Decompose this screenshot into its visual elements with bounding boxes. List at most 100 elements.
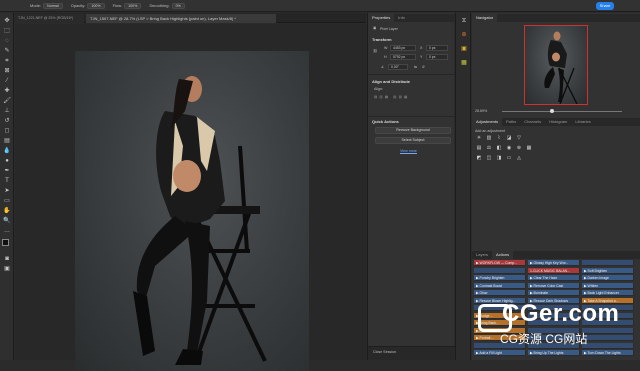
brush-tool-icon[interactable]: 🖌 (3, 97, 11, 105)
zoom-percent-label[interactable]: 28.69% (475, 109, 487, 113)
zoom-tool-icon[interactable]: 🔍 (3, 217, 11, 225)
vibrance-icon[interactable]: ▽ (515, 135, 523, 141)
plugin-panel-icon[interactable]: ⊛ (460, 31, 468, 39)
eraser-tool-icon[interactable]: ◻ (3, 127, 11, 135)
brightness-icon[interactable]: ☀ (475, 135, 483, 141)
tab-paths[interactable]: Paths (502, 118, 520, 126)
dodge-tool-icon[interactable]: ● (3, 157, 11, 165)
opacity-field[interactable]: 100% (87, 2, 105, 9)
quick-select-tool-icon[interactable]: ✎ (3, 47, 11, 55)
black-white-icon[interactable]: ◧ (495, 145, 503, 151)
width-field[interactable]: 4453 px (390, 45, 416, 51)
flip-vertical-icon[interactable]: ⇵ (422, 65, 425, 69)
plugin-panel-icon-2[interactable]: ▣ (460, 45, 468, 53)
healing-tool-icon[interactable]: ✚ (3, 87, 11, 95)
color-balance-icon[interactable]: ⚖ (485, 145, 493, 151)
action-button[interactable]: ▶ Glossy High Key Wor... (528, 260, 580, 266)
mode-dropdown[interactable]: Normal (43, 2, 63, 9)
curves-icon[interactable]: ⌇ (495, 135, 503, 141)
gradient-tool-icon[interactable]: ▤ (3, 137, 11, 145)
tab-layers[interactable]: Layers (472, 251, 492, 259)
action-button[interactable] (582, 260, 634, 266)
pen-tool-icon[interactable]: ✒ (3, 167, 11, 175)
quick-actions-title[interactable]: Quick Actions (372, 119, 399, 124)
action-button[interactable]: 1-CLICK MAGIC BALAN... (528, 267, 580, 274)
color-lookup-icon[interactable]: ▦ (525, 145, 533, 151)
shape-tool-icon[interactable]: ▭ (3, 197, 11, 205)
flip-horizontal-icon[interactable]: ⇋ (414, 65, 417, 69)
action-button[interactable]: ▶ Whiten (582, 282, 634, 289)
eyedropper-tool-icon[interactable]: ⁄ (3, 77, 11, 85)
action-button[interactable]: ▶ Punchy Brighten (474, 275, 526, 281)
view-more-link[interactable]: View more (400, 149, 417, 153)
document-canvas-image[interactable] (75, 51, 309, 371)
transform-section-title[interactable]: Transform (372, 37, 392, 42)
document-tab-active[interactable]: TJN_1507.NEF @ 28.7% (LSP > Bring Back H… (86, 14, 276, 23)
document-tab-prev[interactable]: TJN_1221.NEF @ 25% (RGB/16*) (14, 14, 84, 23)
move-tool-icon[interactable]: ✥ (3, 17, 11, 25)
align-buttons-row[interactable]: ▤▥▦ ▧▨▩ (374, 95, 409, 99)
tab-channels[interactable]: Channels (520, 118, 545, 126)
crop-tool-icon[interactable]: ⌗ (3, 57, 11, 65)
flow-control[interactable]: Flow: 100% (113, 2, 142, 9)
x-field[interactable]: 0 px (426, 45, 448, 51)
tab-properties[interactable]: Properties (368, 14, 395, 22)
align-section-title[interactable]: Align and Distribute (372, 79, 410, 84)
link-icon[interactable]: ⛓ (373, 49, 378, 53)
foreground-color-swatch[interactable] (2, 239, 9, 246)
tab-adjustments[interactable]: Adjustments (472, 118, 503, 126)
tab-info[interactable]: Info (394, 14, 409, 22)
tab-actions[interactable]: Actions (492, 251, 514, 259)
close-session-label[interactable]: Close Session (373, 350, 396, 354)
select-subject-button[interactable]: Select Subject (375, 137, 451, 144)
flow-field[interactable]: 100% (124, 2, 142, 9)
frame-tool-icon[interactable]: ⊠ (3, 67, 11, 75)
action-button[interactable]: ▶ Clear The Haze (528, 275, 580, 281)
action-button[interactable]: ▶ Darken Image (582, 275, 634, 281)
gradient-map-icon[interactable]: ▭ (505, 155, 513, 161)
action-button[interactable]: ▶ Contrast Boost (474, 282, 526, 289)
hue-saturation-icon[interactable]: ▤ (475, 145, 483, 151)
history-panel-icon[interactable]: ⧖ (460, 17, 468, 25)
tab-libraries[interactable]: Libraries (571, 118, 594, 126)
action-button[interactable]: ▶ WORKFLOW — Comp... (474, 260, 526, 266)
type-tool-icon[interactable]: T (3, 177, 11, 185)
path-select-tool-icon[interactable]: ➤ (3, 187, 11, 195)
share-button[interactable]: Share (596, 2, 614, 10)
smoothing-field[interactable]: 0% (171, 2, 185, 9)
levels-icon[interactable]: ▥ (485, 135, 493, 141)
mode-control[interactable]: Mode: Normal (30, 2, 63, 9)
quick-mask-icon[interactable]: ◙ (3, 255, 11, 263)
zoom-slider-handle[interactable] (550, 109, 554, 113)
tab-histogram[interactable]: Histogram (545, 118, 571, 126)
opacity-control[interactable]: Opacity: 100% (71, 2, 105, 9)
exposure-icon[interactable]: ◪ (505, 135, 513, 141)
navigator-thumbnail[interactable] (524, 25, 588, 105)
photo-filter-icon[interactable]: ◉ (505, 145, 513, 151)
stamp-tool-icon[interactable]: ⊥ (3, 107, 11, 115)
action-button[interactable]: ▶ Remove Color Cast (528, 282, 580, 289)
invert-icon[interactable]: ◩ (475, 155, 483, 161)
hand-tool-icon[interactable]: ✋ (3, 207, 11, 215)
remove-background-button[interactable]: Remove Background (375, 127, 451, 134)
blur-tool-icon[interactable]: 💧 (3, 147, 11, 155)
y-field[interactable]: 0 px (426, 54, 448, 60)
marquee-tool-icon[interactable]: ⬚ (3, 27, 11, 35)
canvas-area[interactable] (15, 24, 367, 371)
zoom-slider-track[interactable] (502, 111, 622, 112)
height-field[interactable]: 5792 px (390, 54, 416, 60)
threshold-icon[interactable]: ◨ (495, 155, 503, 161)
action-button[interactable]: ▶ Soft Brighten (582, 267, 634, 274)
tab-navigator[interactable]: Navigator (472, 14, 498, 22)
plugin-panel-icon-3[interactable]: ▦ (460, 59, 468, 67)
history-brush-tool-icon[interactable]: ↺ (3, 117, 11, 125)
smoothing-control[interactable]: Smoothing: 0% (149, 2, 185, 9)
posterize-icon[interactable]: ◫ (485, 155, 493, 161)
action-button[interactable] (474, 267, 526, 274)
lasso-tool-icon[interactable]: ◌ (3, 37, 11, 45)
selective-color-icon[interactable]: ◬ (515, 155, 523, 161)
more-tools-icon[interactable]: … (3, 227, 11, 235)
angle-field[interactable]: 0.00° (388, 64, 408, 70)
channel-mixer-icon[interactable]: ⊕ (515, 145, 523, 151)
screen-mode-icon[interactable]: ▣ (3, 265, 11, 273)
